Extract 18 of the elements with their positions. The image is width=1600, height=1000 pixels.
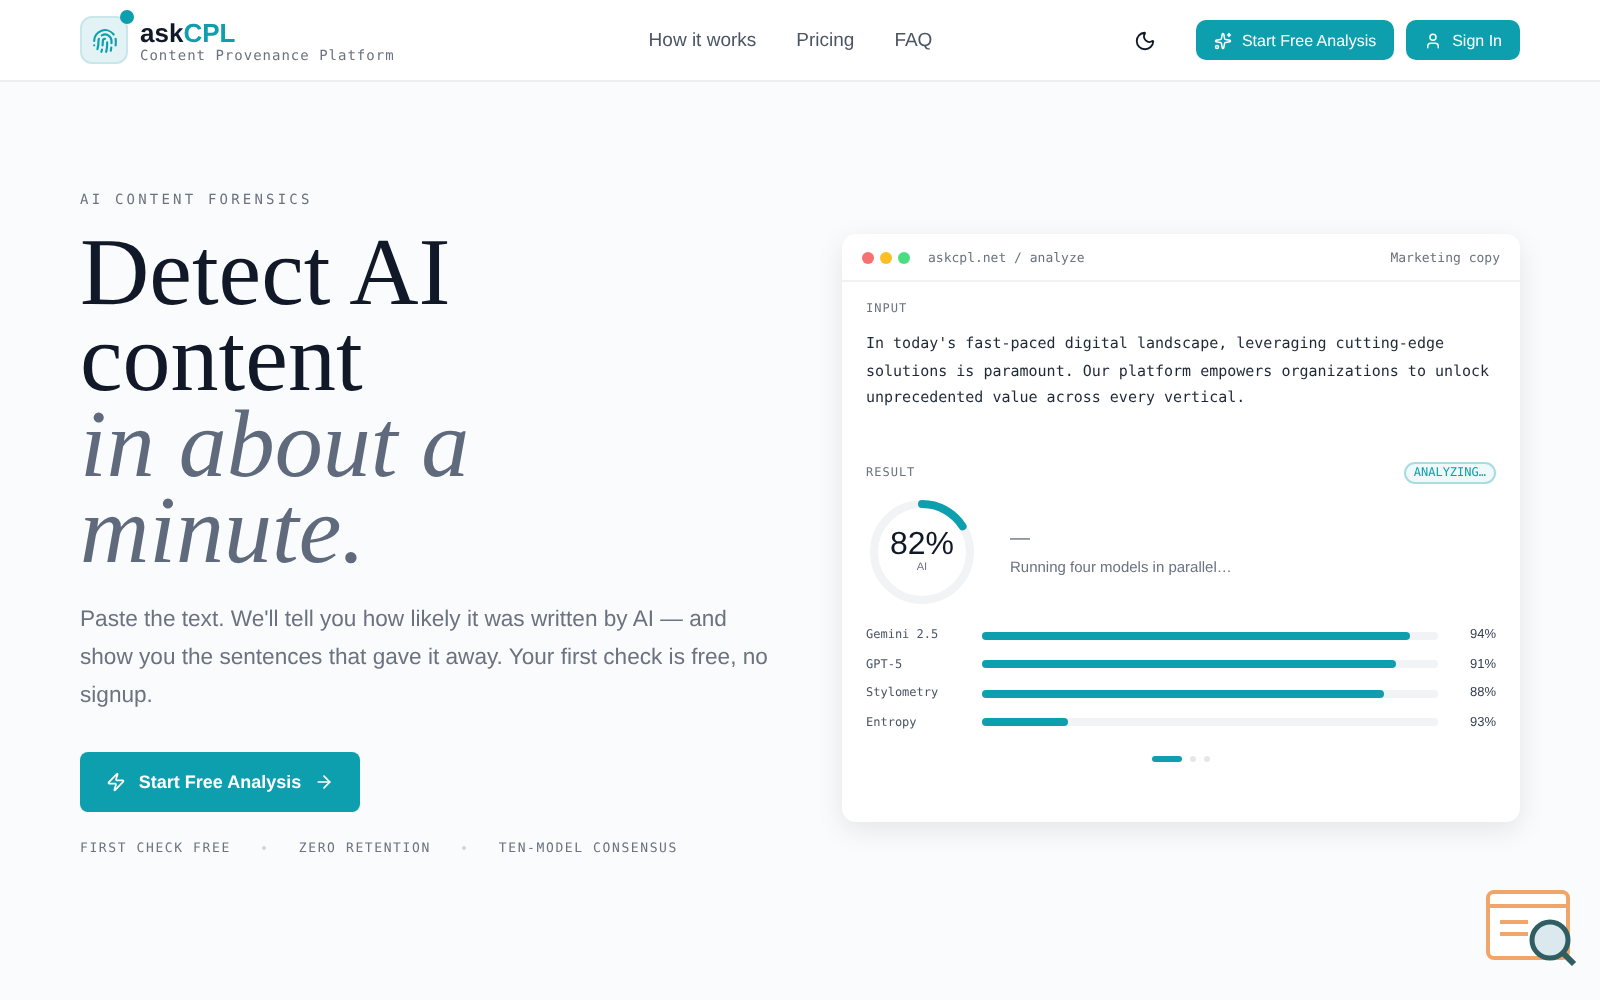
fingerprint-icon: [80, 16, 128, 64]
moon-icon[interactable]: [1133, 29, 1156, 51]
nav-link[interactable]: FAQ: [894, 29, 933, 51]
arrow-right-icon: [313, 772, 334, 792]
user-icon: [1424, 31, 1443, 49]
browser-search-icon: [1484, 886, 1580, 970]
window-dot-icon: [862, 251, 874, 263]
hero-description: Paste the text. We'll tell you how likely it was written by AI — and show you the sentences that gave it away. Your first check is free, no signup.: [80, 606, 770, 712]
lightning-icon: [106, 772, 127, 792]
verdict-text: —: [1010, 527, 1032, 549]
window-dot-icon: [898, 251, 910, 263]
brand-name: askCPL: [140, 17, 238, 47]
score-value: 82%: [889, 528, 955, 562]
window-dot-icon: [880, 251, 892, 263]
nav-link[interactable]: Pricing: [796, 29, 855, 51]
hero-heading: Detect AI content in about a minute.: [80, 230, 472, 574]
nav-link[interactable]: How it works: [648, 29, 757, 51]
sparkles-icon: [1213, 31, 1232, 49]
